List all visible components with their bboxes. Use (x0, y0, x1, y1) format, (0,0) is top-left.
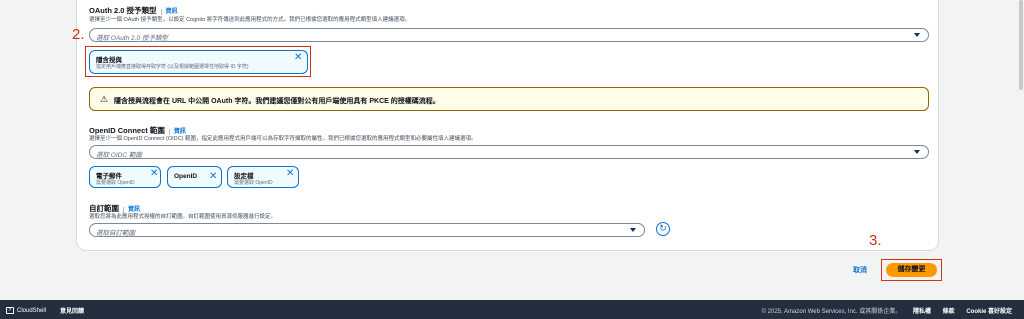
custom-scope-description: 選取您將為此應用程式授權的自訂範圍。自訂範圍使用資源伺服器進行設定。 (89, 214, 277, 220)
caret-down-icon (630, 228, 636, 232)
close-icon[interactable]: ✕ (286, 169, 294, 179)
oauth-select-placeholder: 選取 OAuth 2.0 授予類型 (96, 35, 168, 42)
page: OAuth 2.0 授予類型 資訊 選擇至少一個 OAuth 授予類型，以設定 C… (0, 0, 1024, 319)
scrollbar-thumb[interactable] (1019, 0, 1023, 90)
custom-scope-select[interactable]: 選取自訂範圍 (89, 223, 645, 237)
cancel-button[interactable]: 取消 (853, 265, 867, 275)
cookie-preferences-link[interactable]: Cookie 喜好設定 (966, 309, 1012, 315)
oidc-scope-select[interactable]: 選取 OIDC 範圍 (89, 145, 929, 159)
oidc-description: 選擇至少一個 OpenID Connect (OIDC) 範圍，指定此應用程式用… (89, 136, 477, 142)
refresh-icon[interactable]: ↻ (656, 222, 670, 236)
warning-icon: ⚠ (100, 94, 109, 104)
alert-message: 隱含授與流程會在 URL 中公開 OAuth 字符。我們建議您僅對公有用戶端使用… (114, 98, 440, 105)
copyright-text: © 2025, Amazon Web Services, Inc. 或其關係企業… (761, 309, 902, 315)
cloudshell-link[interactable]: CloudShell (17, 308, 46, 314)
token-label: OpenID (174, 173, 198, 180)
feedback-link[interactable]: 意見回饋 (60, 306, 84, 315)
custom-select-placeholder: 選取自訂範圍 (96, 230, 135, 237)
terms-link[interactable]: 條款 (943, 309, 955, 315)
caret-down-icon (914, 150, 920, 154)
close-icon[interactable]: ✕ (294, 53, 302, 63)
caret-down-icon (914, 33, 920, 37)
oidc-select-placeholder: 選取 OIDC 範圍 (96, 152, 142, 159)
oauth-description: 選擇至少一個 OAuth 授予類型，以設定 Cognito 將字符傳送到此應用程… (89, 17, 411, 23)
cloudshell-icon[interactable]: > (6, 307, 14, 314)
save-changes-button[interactable]: 儲存變更 (886, 263, 937, 277)
privacy-link[interactable]: 隱私權 (913, 309, 931, 315)
step-3-annotation: 3. (869, 232, 882, 249)
console-footer: > CloudShell 意見回饋 © 2025, Amazon Web Ser… (0, 300, 1024, 319)
oidc-token-profile: 設定檔 需要選取 OpenID ✕ (227, 166, 299, 188)
oauth-token-implicit: 隱含授與 指定用戶端應直接取得存取字符 (以及根據範圍選擇性地取得 ID 字符)… (89, 50, 308, 74)
warning-alert: ⚠ 隱含授與流程會在 URL 中公開 OAuth 字符。我們建議您僅對公有用戶端… (89, 87, 929, 111)
oidc-token-email: 電子郵件 需要選取 OpenID ✕ (89, 166, 161, 188)
token-description: 需要選取 OpenID (96, 180, 135, 186)
scrollbar[interactable] (1018, 0, 1024, 300)
close-icon[interactable]: ✕ (209, 172, 217, 182)
token-description: 需要選取 OpenID (234, 180, 273, 186)
oauth-grant-select[interactable]: 選取 OAuth 2.0 授予類型 (89, 28, 929, 42)
close-icon[interactable]: ✕ (150, 169, 158, 179)
step-2-annotation: 2. (72, 26, 85, 43)
oidc-token-openid: OpenID ✕ (167, 166, 222, 188)
token-description: 指定用戶端應直接取得存取字符 (以及根據範圍選擇性地取得 ID 字符) (96, 64, 249, 70)
